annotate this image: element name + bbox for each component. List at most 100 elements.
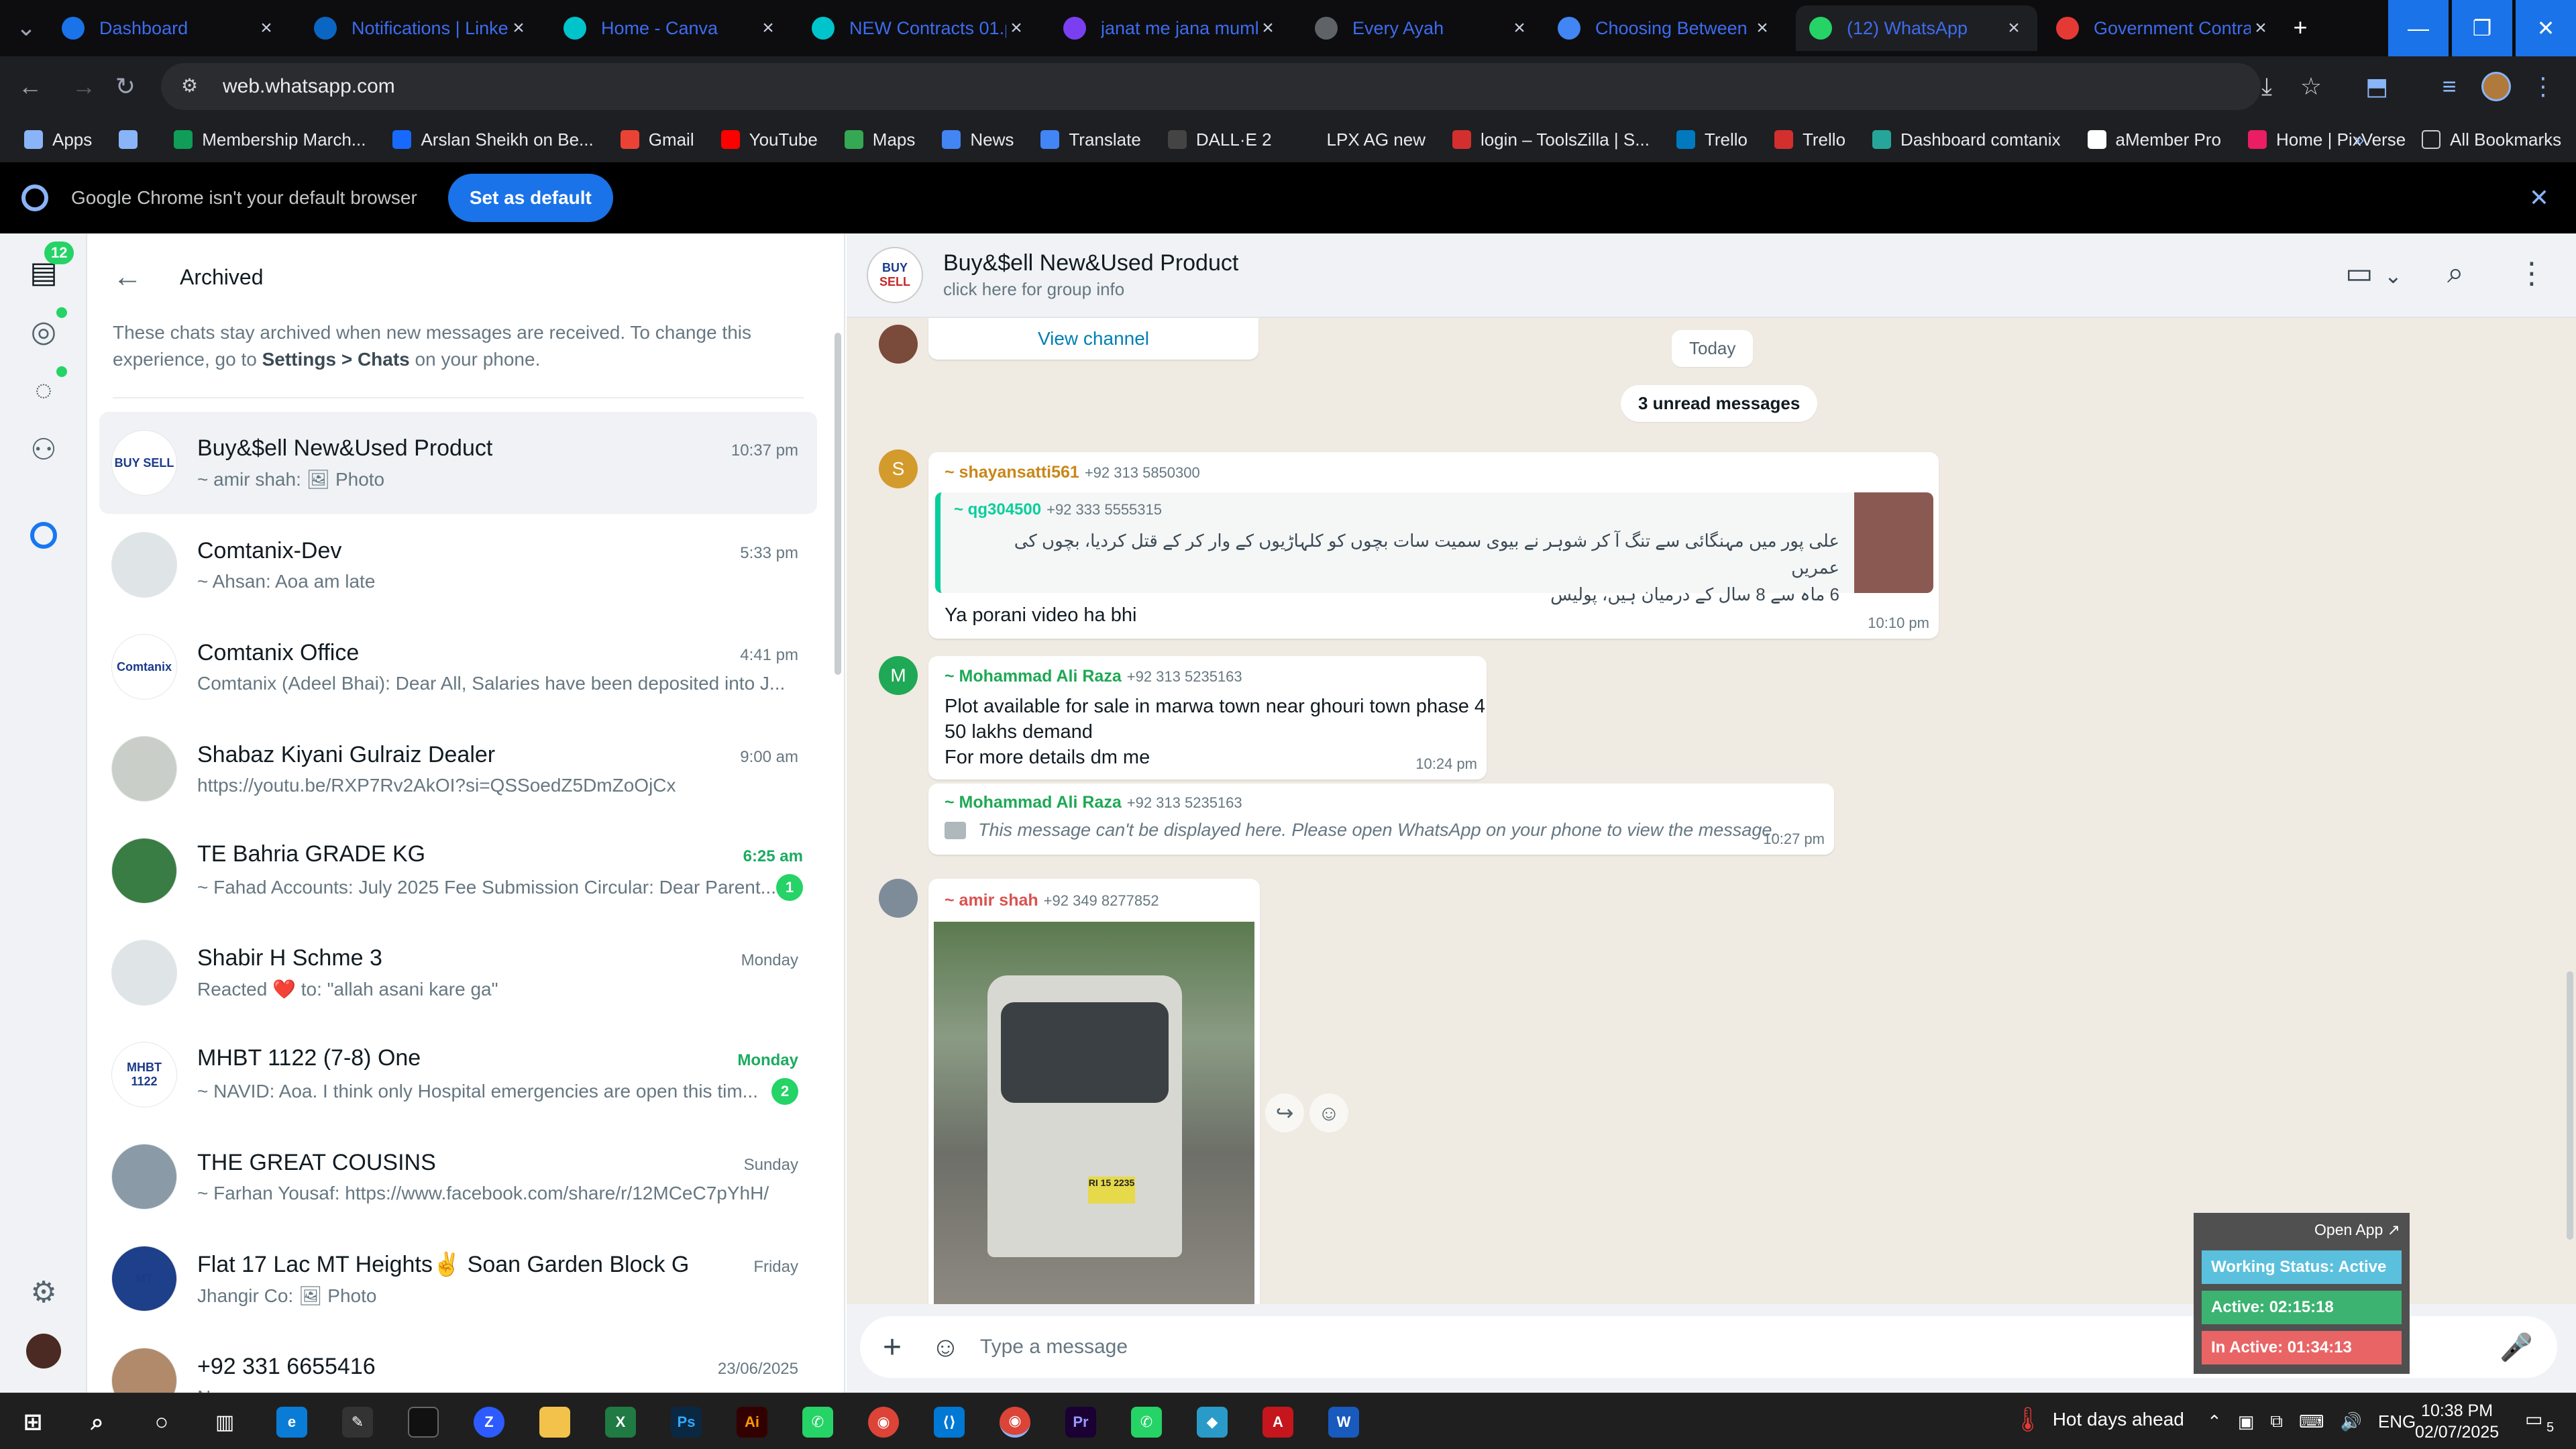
browser-tab[interactable]: janat me jana mumki × <box>1050 5 1291 51</box>
chat-list-item[interactable]: MT Flat 17 Lac MT Heights✌️ Soan Garden B… <box>99 1228 817 1330</box>
tray-app-icon[interactable]: ▣ <box>2238 1411 2255 1432</box>
bookmark-item[interactable]: Trello <box>1774 129 1845 150</box>
terminal-icon[interactable] <box>408 1407 439 1438</box>
infobar-close-icon[interactable]: ✕ <box>2529 184 2549 212</box>
chat-list-item[interactable]: +92 331 6655416 23/06/2025 No <box>99 1330 817 1393</box>
all-bookmarks-folder[interactable]: All Bookmarks <box>2422 129 2561 150</box>
settings-gear-icon[interactable]: ⚙ <box>23 1272 64 1312</box>
view-channel-link[interactable]: View channel <box>1038 328 1149 350</box>
browser-tab[interactable]: (12) WhatsApp × <box>1796 5 2037 51</box>
illustrator-icon[interactable]: Ai <box>737 1407 767 1438</box>
profile-avatar[interactable] <box>2479 70 2513 103</box>
browser-tab[interactable]: Notifications | Linked × <box>301 5 542 51</box>
site-info-icon[interactable]: ⚙ <box>181 74 205 99</box>
tab-close-icon[interactable]: × <box>1006 17 1026 40</box>
tray-chevron-icon[interactable]: ⌃ <box>2207 1411 2222 1432</box>
search-icon[interactable]: ⌕ <box>82 1407 113 1438</box>
tab-close-icon[interactable]: × <box>508 17 529 40</box>
minimize-button[interactable]: — <box>2388 0 2449 56</box>
bookmark-item[interactable]: Home | PixVerse <box>2248 129 2406 150</box>
video-call-icon[interactable]: ▭ <box>2345 256 2373 290</box>
message-bubble[interactable]: ~ Mohammad Ali Raza +92 313 5235163 This … <box>928 784 1834 855</box>
bookmark-item[interactable]: Trello <box>1676 129 1748 150</box>
excel-icon[interactable]: X <box>605 1407 636 1438</box>
tray-app-icon[interactable]: ⧉ <box>2270 1411 2283 1432</box>
tab-close-icon[interactable]: × <box>2251 17 2271 40</box>
message-sender[interactable]: ~ amir shah <box>945 891 1038 910</box>
chat-list-item[interactable]: THE GREAT COUSINS Sunday ~ Farhan Yousaf: … <box>99 1126 817 1228</box>
notifications-icon[interactable]: ▭ <box>2525 1408 2542 1430</box>
chrome-icon[interactable]: ◉ <box>868 1407 899 1438</box>
search-icon[interactable]: ⌕ <box>2447 256 2464 290</box>
reading-list-icon[interactable]: ≡ <box>2432 70 2466 103</box>
message-bubble[interactable]: ~ Mohammad Ali Raza +92 313 5235163 Plot … <box>928 656 1487 780</box>
bookmark-item[interactable]: login – ToolsZilla | S... <box>1452 129 1650 150</box>
bookmark-item[interactable]: Membership March... <box>174 129 366 150</box>
attach-plus-icon[interactable]: + <box>883 1329 902 1366</box>
zoom-icon[interactable]: Z <box>474 1407 504 1438</box>
chat-list-scrollbar[interactable] <box>835 333 841 675</box>
back-arrow-icon[interactable]: ← <box>113 260 142 294</box>
install-app-icon[interactable]: ⤓ <box>2250 70 2284 103</box>
task-view-icon[interactable]: ▥ <box>209 1407 240 1438</box>
tab-close-icon[interactable]: × <box>256 17 276 40</box>
photo-attachment[interactable]: RI 15 2235 <box>934 922 1254 1308</box>
extensions-icon[interactable]: ⬒ <box>2360 70 2394 103</box>
tab-close-icon[interactable]: × <box>1258 17 1278 40</box>
menu-dots-icon[interactable]: ⋮ <box>2517 256 2546 290</box>
react-emoji-icon[interactable]: ☺ <box>1309 1093 1348 1132</box>
tab-close-icon[interactable]: × <box>2004 17 2024 40</box>
photoshop-icon[interactable]: Ps <box>671 1407 702 1438</box>
close-window-button[interactable]: ✕ <box>2516 0 2576 56</box>
sender-avatar[interactable] <box>879 879 918 918</box>
message-bubble[interactable]: ~ shayansatti561 +92 313 5850300 ~ qg3045… <box>928 452 1939 639</box>
open-app-link[interactable]: Open App ↗ <box>2314 1221 2400 1239</box>
photo-message-bubble[interactable]: ~ amir shah +92 349 8277852 RI 15 2235 <box>928 879 1260 1308</box>
chat-list-item[interactable]: Shabaz Kiyani Gulraiz Dealer 9:00 am https… <box>99 718 817 820</box>
word-icon[interactable]: W <box>1328 1407 1359 1438</box>
bookmark-item[interactable]: LPX AG new <box>1298 129 1426 150</box>
bookmarks-overflow-icon[interactable]: » <box>2355 129 2364 150</box>
bookmark-item[interactable]: aMember Pro <box>2087 129 2221 150</box>
premiere-icon[interactable]: Pr <box>1065 1407 1096 1438</box>
chrome-active-icon[interactable]: ◉ <box>1000 1407 1030 1438</box>
sender-avatar[interactable] <box>879 325 918 364</box>
vscode-icon[interactable]: ⟨⟩ <box>934 1407 965 1438</box>
meta-ai-icon[interactable] <box>23 515 64 555</box>
bookmark-item[interactable]: News <box>942 129 1014 150</box>
tab-search-chevron-icon[interactable]: ⌄ <box>9 11 43 44</box>
app-icon[interactable]: ◆ <box>1197 1407 1228 1438</box>
set-as-default-button[interactable]: Set as default <box>447 174 613 222</box>
bookmark-item[interactable]: Translate <box>1040 129 1141 150</box>
quoted-message[interactable]: ~ qg304500 +92 333 5555315 علی پور میں مہ… <box>935 492 1933 604</box>
address-bar[interactable]: ⚙ web.whatsapp.com <box>161 63 2261 110</box>
chat-list-item[interactable]: BUY SELL Buy&$ell New&Used Product 10:37 p… <box>99 412 817 514</box>
chat-list-item[interactable]: MHBT 1122 MHBT 1122 (7-8) One Monday ~ NAVI… <box>99 1024 817 1126</box>
chat-list-item[interactable]: Comtanix Comtanix Office 4:41 pm Comtanix (… <box>99 616 817 718</box>
restore-button[interactable]: ❐ <box>2452 0 2512 56</box>
edge-icon[interactable]: e <box>276 1407 307 1438</box>
bookmark-item[interactable]: Maps <box>844 129 915 150</box>
network-icon[interactable]: ⌨ <box>2299 1411 2324 1432</box>
message-sender[interactable]: ~ Mohammad Ali Raza <box>945 667 1122 686</box>
tab-close-icon[interactable]: × <box>1752 17 1772 40</box>
bookmark-item[interactable] <box>119 130 147 149</box>
tab-close-icon[interactable]: × <box>758 17 778 40</box>
communities-icon[interactable]: ⚇ <box>23 429 64 470</box>
browser-tab[interactable]: Government Contrac × <box>2043 5 2284 51</box>
group-avatar[interactable]: BUY SELL <box>867 247 923 303</box>
microphone-icon[interactable]: 🎤 <box>2500 1332 2533 1363</box>
cortana-icon[interactable]: ○ <box>146 1407 177 1438</box>
bookmark-item[interactable]: Apps <box>24 129 92 150</box>
acrobat-icon[interactable]: A <box>1263 1407 1293 1438</box>
status-icon[interactable]: ◎ <box>23 311 64 352</box>
sender-avatar[interactable]: M <box>879 656 918 695</box>
language-indicator[interactable]: ENG <box>2378 1411 2416 1432</box>
channels-icon[interactable]: ◌ <box>23 370 64 411</box>
browser-tab[interactable]: Home - Canva × <box>550 5 792 51</box>
reload-icon[interactable]: ↻ <box>109 70 142 103</box>
new-tab-plus-icon[interactable]: + <box>2284 11 2317 44</box>
chevron-down-icon[interactable]: ⌄ <box>2384 263 2402 288</box>
windows-start-icon[interactable]: ⊞ <box>17 1407 48 1438</box>
file-explorer-icon[interactable] <box>539 1407 570 1438</box>
